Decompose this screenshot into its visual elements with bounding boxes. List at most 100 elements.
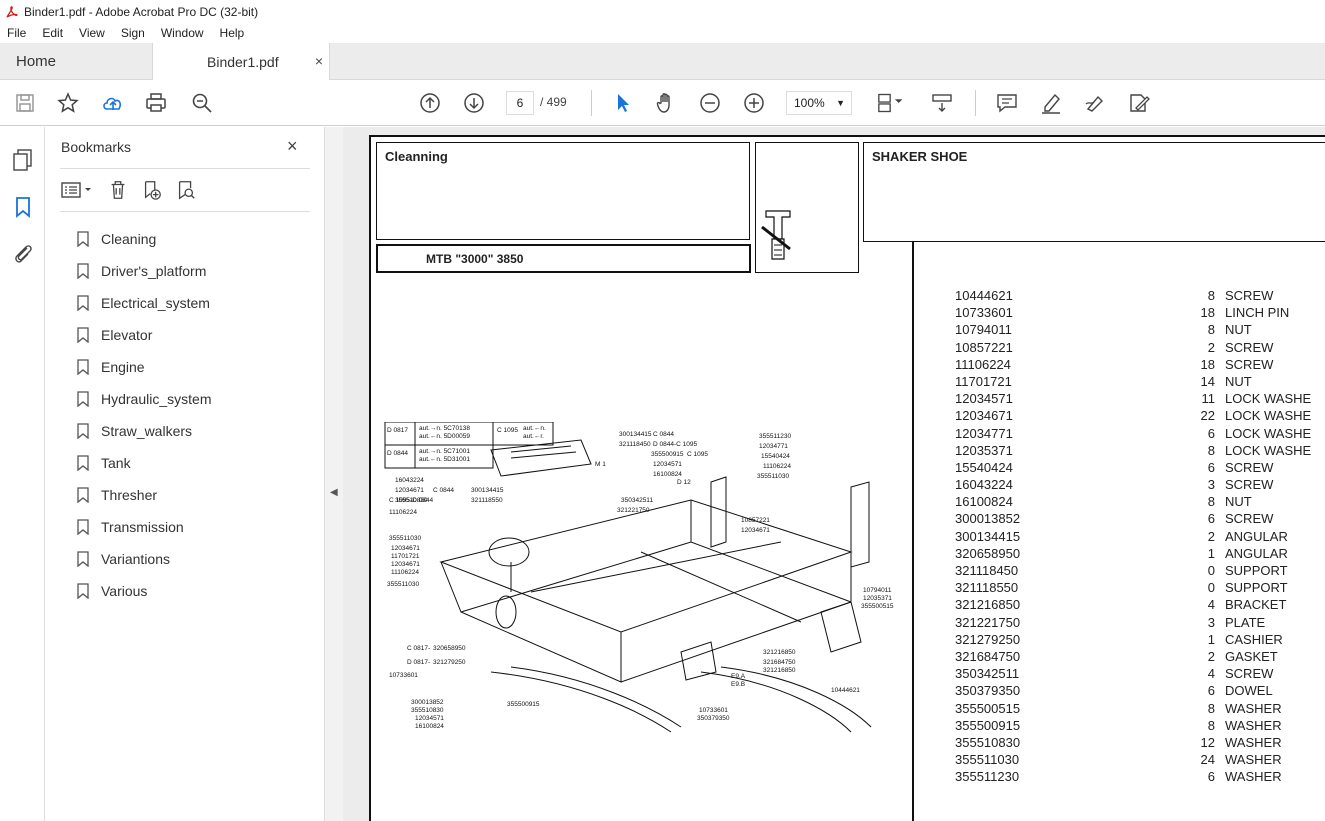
parts-row: 355511030 24 WASHER [955, 752, 1325, 769]
tab-home[interactable]: Home [0, 43, 152, 80]
part-code: 321118450 [955, 563, 1019, 578]
menu-help[interactable]: Help [212, 26, 253, 40]
bookmark-item-engine[interactable]: Engine [77, 351, 211, 383]
part-qty: 6 [1207, 511, 1215, 527]
part-qty: 2 [1207, 648, 1215, 664]
diagram-callout: aut.→n. 5C70138 [419, 425, 470, 432]
diagram-callout: 12034771 [759, 443, 788, 450]
page-display-icon[interactable] [875, 90, 911, 116]
diagram-callout: 350379350 [697, 715, 730, 722]
hand-tool-icon[interactable] [653, 90, 679, 116]
diagram-callout: C 1095-D 0844 [389, 497, 433, 504]
bookmark-label: Driver's_platform [101, 263, 207, 279]
print-icon[interactable] [143, 90, 169, 116]
part-qty: 1 [1207, 545, 1215, 561]
model-box: MTB "3000" 3850 [376, 244, 751, 273]
menu-sign[interactable]: Sign [113, 26, 153, 40]
part-qty: 4 [1207, 666, 1215, 682]
document-viewport[interactable]: Cleanning MTB "3000" 3850 SHAKER SHOE D … [343, 127, 1325, 821]
menu-view[interactable]: View [71, 26, 113, 40]
tab-close-icon[interactable]: × [315, 53, 323, 69]
section-box: Cleanning [376, 142, 750, 240]
bookmark-flag-icon [77, 231, 89, 247]
part-desc: BRACKET [1225, 597, 1287, 613]
previous-page-icon[interactable] [417, 90, 443, 116]
part-code: 12034771 [955, 425, 1013, 441]
panel-collapse-handle[interactable]: ◀ [325, 127, 343, 821]
select-cursor-icon[interactable] [609, 90, 635, 116]
parts-row: 355510830 12 WASHER [955, 735, 1325, 752]
diagram-callout: C 1095 [497, 427, 518, 434]
parts-row: 321118450 0 SUPPORT [955, 563, 1325, 580]
parts-row: 10733601 18 LINCH PIN [955, 305, 1325, 322]
bookmark-flag-icon [77, 487, 89, 503]
diagram-callout: C 0817- [407, 645, 430, 652]
part-code: 12034571 [955, 391, 1013, 407]
bookmark-item-drivers-platform[interactable]: Driver's_platform [77, 255, 211, 287]
close-icon[interactable]: × [287, 136, 298, 157]
part-qty: 12 [1200, 734, 1215, 750]
next-page-icon[interactable] [461, 90, 487, 116]
bookmark-item-electrical-system[interactable]: Electrical_system [77, 287, 211, 319]
part-desc: SCREW [1225, 356, 1274, 372]
tab-document-label: Binder1.pdf [207, 54, 279, 70]
parts-row: 11701721 14 NUT [955, 374, 1325, 391]
draw-freeform-icon[interactable] [1082, 90, 1108, 116]
diagram-callout: 321221750 [617, 507, 650, 514]
part-desc: SCREW [1225, 666, 1274, 682]
find-bookmark-icon[interactable] [174, 179, 198, 201]
bookmark-flag-icon [77, 391, 89, 407]
bookmark-item-variantions[interactable]: Variantions [77, 543, 211, 575]
bookmark-item-tank[interactable]: Tank [77, 447, 211, 479]
diagram-callout: 10733601 [699, 707, 728, 714]
diagram-callout: 355500915 [507, 701, 540, 708]
comment-icon[interactable] [994, 90, 1020, 116]
bookmark-star-icon[interactable] [55, 90, 81, 116]
diagram-callout: 321684750 [763, 659, 796, 666]
bookmark-item-thresher[interactable]: Thresher [77, 479, 211, 511]
zoom-out-icon[interactable] [697, 90, 723, 116]
bookmark-item-various[interactable]: Various [77, 575, 211, 607]
diagram-callout: 12034671 [741, 527, 770, 534]
part-qty: 0 [1207, 563, 1215, 578]
bookmark-item-cleaning[interactable]: Cleaning [77, 223, 211, 255]
menu-window[interactable]: Window [153, 26, 212, 40]
bookmark-item-hydraulic-system[interactable]: Hydraulic_system [77, 383, 211, 415]
tab-document[interactable]: Binder1.pdf × [152, 43, 330, 81]
part-desc: LOCK WASHE [1225, 391, 1312, 407]
bookmark-item-elevator[interactable]: Elevator [77, 319, 211, 351]
diagram-callout: 320658950 [433, 645, 466, 652]
attachments-icon[interactable] [11, 241, 35, 265]
part-code: 355500515 [955, 700, 1021, 716]
new-bookmark-icon[interactable] [140, 179, 164, 201]
diagram-callout: 15540424 [761, 453, 790, 460]
part-code: 10794011 [955, 322, 1012, 338]
bookmark-item-straw-walkers[interactable]: Straw_walkers [77, 415, 211, 447]
part-desc: DOWEL [1225, 683, 1273, 699]
save-icon[interactable] [12, 90, 38, 116]
shaker-shoe-exploded-diagram: D 0817 aut.→n. 5C70138aut.←n. 5D00059 C 10… [384, 422, 894, 733]
bookmark-label: Tank [101, 455, 131, 471]
delete-bookmark-icon[interactable] [106, 179, 130, 201]
diagram-callout: 10857221 [741, 517, 770, 524]
heading-box: SHAKER SHOE [863, 142, 1325, 242]
cloud-upload-icon[interactable] [100, 90, 126, 116]
chevron-down-icon: ▼ [836, 98, 845, 108]
divider [60, 211, 310, 212]
part-desc: NUT [1225, 494, 1252, 510]
diagram-callout: 12034671 [395, 487, 424, 494]
diagram-callout: 355500515 [861, 603, 894, 610]
fill-sign-icon[interactable] [1126, 90, 1152, 116]
zoom-level-dropdown[interactable]: 100% ▼ [786, 91, 852, 115]
scrolling-mode-icon[interactable] [929, 90, 955, 116]
menu-edit[interactable]: Edit [34, 26, 71, 40]
zoom-in-icon[interactable] [741, 90, 767, 116]
find-zoom-icon[interactable] [189, 90, 215, 116]
highlight-pen-icon[interactable] [1038, 90, 1064, 116]
page-thumbnails-icon[interactable] [11, 148, 35, 172]
bookmarks-panel-icon[interactable] [11, 195, 35, 219]
page-number-input[interactable]: 6 [506, 91, 534, 115]
bookmark-item-transmission[interactable]: Transmission [77, 511, 211, 543]
menu-file[interactable]: File [0, 26, 34, 40]
bookmark-options-icon[interactable] [60, 180, 96, 200]
